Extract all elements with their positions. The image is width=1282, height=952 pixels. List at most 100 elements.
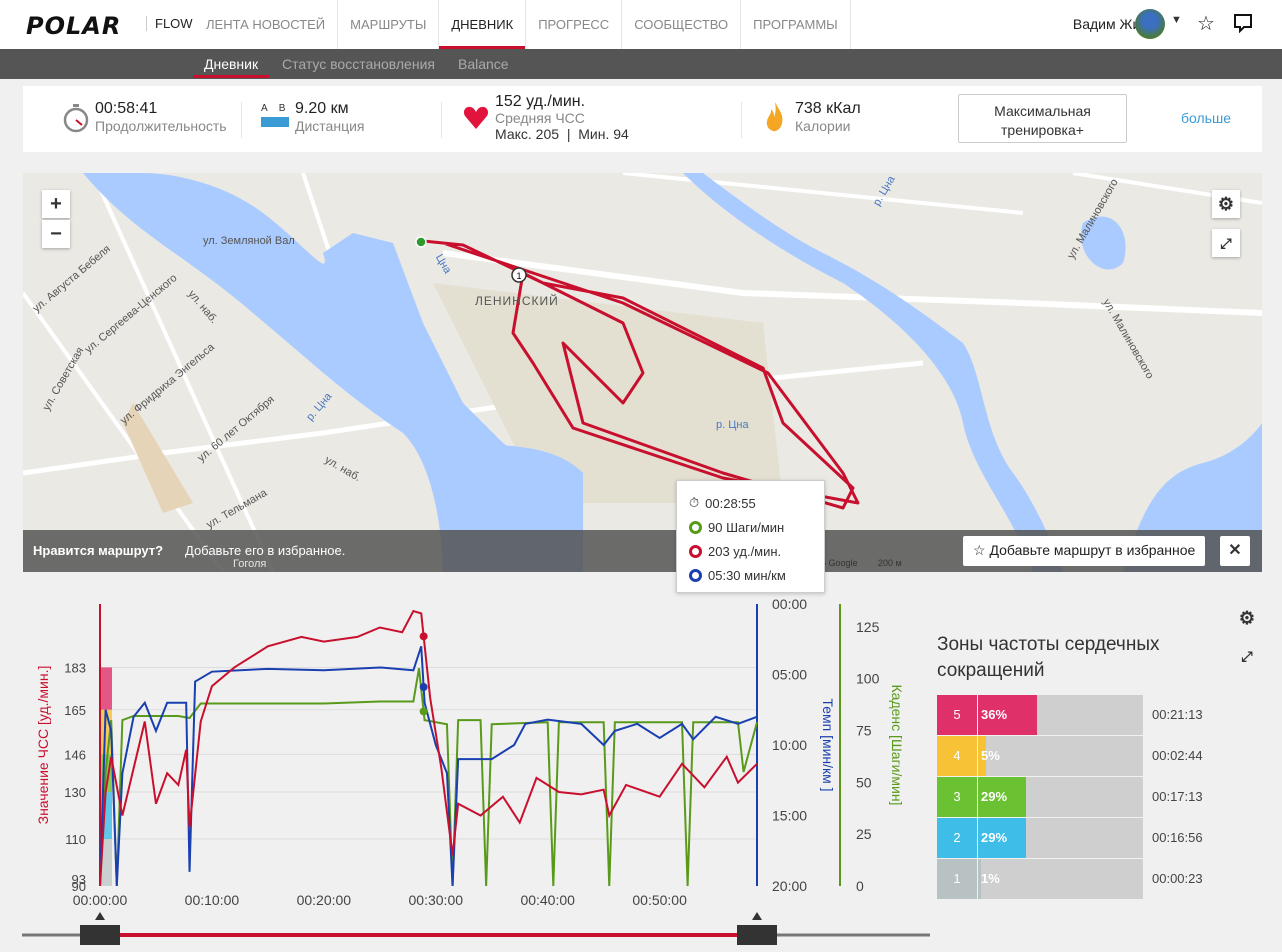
zone-percent: 29% [981,789,1008,804]
hr-zone-row-1: 1 1% 00:00:23 [937,859,1257,899]
cadence-series-line [99,668,758,887]
avatar[interactable] [1135,9,1165,39]
nav-progress[interactable]: ПРОГРЕСС [526,0,623,49]
hr-tick-label: 165 [64,703,86,718]
nav-community[interactable]: СООБЩЕСТВО [622,0,742,49]
hr-zone-row-3: 3 29% 00:17:13 [937,777,1257,817]
distance-value: 9.20 км [295,100,349,117]
cadence-axis-label: Каденс [Шаги/мин] [889,685,905,806]
flame-icon [765,101,785,138]
active-tab-indicator [193,75,269,78]
add-route-favorite-button[interactable]: ☆ Добавьте маршрут в избранное [963,536,1206,566]
cadence-tick-label: 25 [856,826,872,842]
nav-diary[interactable]: ДНЕВНИК [439,0,527,49]
tab-recovery-status[interactable]: Статус восстановления [282,56,435,72]
lap-marker[interactable]: 1 [516,271,521,281]
hr-zones-title: Зоны частоты сердечных сокращений [937,634,1160,681]
hr-tick-label: 93 [72,872,86,887]
map-attribution: 6 Google [821,558,858,568]
zoom-out-button[interactable]: − [42,220,70,248]
message-icon[interactable] [1233,13,1253,39]
nav-programs[interactable]: ПРОГРАММЫ [741,0,851,49]
cadence-dot-icon [689,520,702,534]
hr-max: Макс. 205 [495,126,560,142]
training-summary: 00:58:41 Продолжительность A B 9.20 км Дис… [23,86,1262,152]
cadence-tick-label: 0 [856,878,864,894]
route-map[interactable]: 1 ул. Земляной Вал ЛЕНИНСКИЙ р. Цна р. Ц… [23,173,1262,572]
training-benefit-button[interactable]: Максимальная тренировка+ [958,94,1127,143]
zone-time: 00:16:56 [1152,830,1203,845]
cadence-cursor-point [419,707,428,716]
close-banner-button[interactable]: ✕ [1220,536,1250,566]
hr-avg-value: 152 уд./мин. [495,93,586,110]
zone-percent: 29% [981,830,1008,845]
hr-zone-row-4: 4 5% 00:02:44 [937,736,1257,776]
pace-dot-icon [689,568,702,582]
time-tick-label: 00:40:00 [520,892,575,908]
chart-settings-gear-icon[interactable]: ⚙ [1233,604,1261,632]
calories-value: 738 кКал [795,100,861,117]
hr-tick-label: 110 [65,832,86,847]
training-chart[interactable]: 909311013014616518300:0005:0010:0015:002… [0,590,930,950]
nav-news[interactable]: ЛЕНТА НОВОСТЕЙ [194,0,339,49]
duration-value: 00:58:41 [95,100,158,117]
pace-tick-label: 15:00 [772,808,807,824]
range-slider-handle-pointer [752,912,762,920]
polar-logo[interactable]: POLAR [26,12,121,40]
settings-gear-icon[interactable]: ⚙ [1212,190,1240,218]
hr-axis-label: Значение ЧСС [уд./мин.] [35,666,51,825]
pace-cursor-point [419,683,428,692]
chevron-down-icon[interactable]: ▼ [1171,14,1182,26]
star-icon: ☆ [973,542,986,558]
range-slider-handle[interactable] [737,925,777,945]
tab-balance[interactable]: Balance [458,56,509,72]
tab-diary[interactable]: Дневник [204,56,258,72]
heart-icon [463,106,489,135]
cadence-tick-label: 100 [856,671,880,687]
time-tick-label: 00:30:00 [409,892,464,908]
time-tick-label: 00:10:00 [185,892,240,908]
hr-series-line [99,609,758,887]
zoom-in-button[interactable]: + [42,190,70,218]
hr-zone-band [100,667,112,710]
close-icon: ✕ [1228,542,1242,559]
hr-tick-label: 130 [64,785,86,800]
pace-tick-label: 00:00 [772,596,807,612]
calories-label: Калории [795,118,851,134]
star-icon[interactable]: ☆ [1197,11,1215,36]
pace-tick-label: 20:00 [772,878,807,894]
zone-percent: 1% [981,871,1000,886]
time-tick-label: 00:20:00 [297,892,352,908]
hr-dot-icon [689,544,702,558]
chart-tooltip: ⏱ 00:28:55 90 Шаги/мин 203 уд./мин. 05:30… [676,480,825,593]
map-scale: 200 м [878,558,902,568]
distance-label: Дистанция [295,118,365,134]
zone-number: 3 [937,777,977,817]
chart-fullscreen-icon[interactable]: ⤢ [1233,642,1261,670]
map-street-label: Гоголя [233,558,267,570]
stopwatch-icon: ⏱ [689,495,700,510]
zone-number: 2 [937,818,977,858]
range-slider-handle[interactable] [80,925,120,945]
cadence-tick-label: 75 [856,722,872,738]
nav-routes[interactable]: МАРШРУТЫ [338,0,440,49]
cadence-tick-label: 50 [856,774,872,790]
hr-cursor-point [419,632,428,641]
stopwatch-icon [63,103,89,138]
hr-avg-label: Средняя ЧСС [495,110,585,126]
time-tick-label: 00:50:00 [632,892,687,908]
zone-number: 4 [937,736,977,776]
hr-zone-row-2: 2 29% 00:16:56 [937,818,1257,858]
top-navigation: POLAR FLOW ЛЕНТА НОВОСТЕЙ МАРШРУТЫ ДНЕВН… [0,0,1282,49]
zone-percent: 36% [981,707,1008,722]
time-tick-label: 00:00:00 [73,892,128,908]
hr-tick-label: 146 [64,747,86,762]
hr-tick-label: 183 [64,660,86,675]
zone-percent: 5% [981,748,1000,763]
fullscreen-icon[interactable]: ⤢ [1212,229,1240,257]
zone-time: 00:17:13 [1152,789,1203,804]
zone-time: 00:00:23 [1152,871,1203,886]
more-link[interactable]: больше [1181,110,1231,126]
zone-time: 00:21:13 [1152,707,1203,722]
zone-time: 00:02:44 [1152,748,1203,763]
